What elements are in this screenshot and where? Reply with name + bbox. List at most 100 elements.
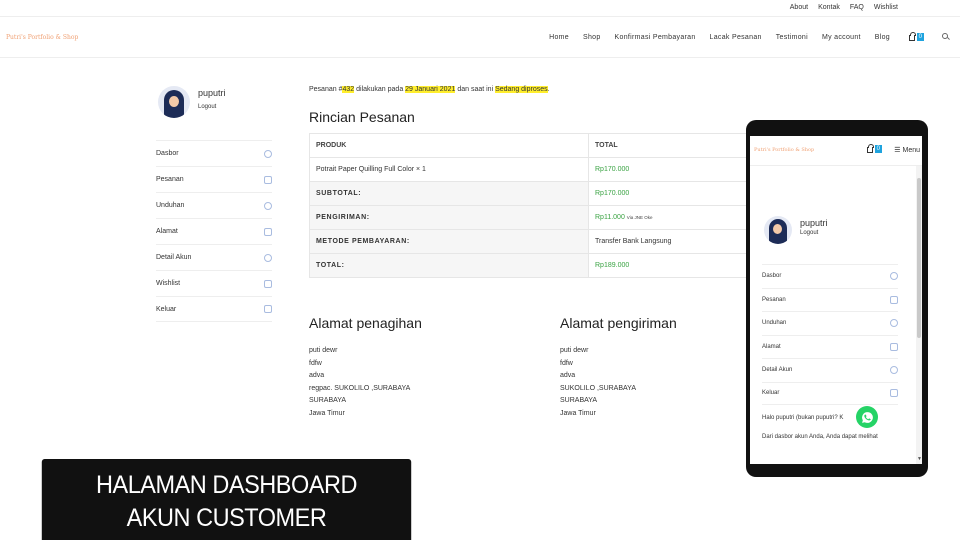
caption-line-2: AKUN CUSTOMER [126,504,327,532]
caption-line-1: HALAMAN DASHBOARD [95,471,357,499]
menu-blog[interactable]: Blog [875,34,890,41]
shipping-title: Alamat pengiriman [560,315,677,331]
shipping-via: Via JNE Oke [626,215,653,220]
product-name[interactable]: Potrait Paper Quilling Full Color × 1 [309,157,589,182]
billing-address: Alamat penagihan puti dewr fdfw adva regpac… [309,315,509,420]
phone-profile: puputri Logout [764,216,828,244]
phone-sidebar-item-detail-akun[interactable]: Detail Akun [762,358,898,382]
table-row: SUBTOTAL: Rp170.000 [309,181,769,206]
dashboard-icon [890,272,898,281]
sidebar-item-dasbor[interactable]: Dasbor [156,140,272,166]
main-menu: Home Shop Konfirmasi Pembayaran Lacak Pe… [549,34,890,41]
search-icon[interactable] [942,33,948,39]
phone-header: Putri's Portfolio & Shop 0 ☰ Menu [750,136,922,166]
phone-sidebar-item-dasbor[interactable]: Dasbor [762,264,898,288]
payment-value: Transfer Bank Langsung [588,229,769,254]
phone-cart-button[interactable]: 0 [866,144,882,153]
table-row: TOTAL: Rp189.000 [309,253,769,278]
phone-sidebar: Dasbor Pesanan Unduhan Alamat Detail Aku… [762,264,898,405]
account-sidebar: Dasbor Pesanan Unduhan Alamat Detail Aku… [156,140,272,322]
billing-title: Alamat penagihan [309,315,422,331]
phone-cart-count: 0 [874,145,882,153]
shipping-label: PENGIRIMAN: [309,205,589,230]
document-icon [264,279,272,288]
cart-icon [264,175,272,184]
logout-link[interactable]: Logout [198,104,226,110]
phone-logo[interactable]: Putri's Portfolio & Shop [754,147,814,153]
phone-sidebar-item-pesanan[interactable]: Pesanan [762,287,898,312]
order-notice: Pesanan #432 dilakukan pada 29 Januari 2… [309,86,550,93]
cart-icon [890,295,898,304]
table-row: PENGIRIMAN: Rp11.000 Via JNE Oke [309,205,769,230]
sidebar-item-label: Dasbor [156,150,179,157]
menu-shop[interactable]: Shop [583,34,601,41]
menu-home[interactable]: Home [549,34,569,41]
cart-count: 0 [916,33,924,41]
phone-username: puputri [800,218,828,228]
sidebar-item-detail-akun[interactable]: Detail Akun [156,244,272,270]
order-table: PRODUK TOTAL Potrait Paper Quilling Full … [309,133,769,278]
phone-mockup: Putri's Portfolio & Shop 0 ☰ Menu puputr… [746,120,928,477]
total-label: TOTAL: [309,253,589,278]
menu-lacak[interactable]: Lacak Pesanan [710,34,762,41]
menu-testimoni[interactable]: Testimoni [776,34,808,41]
shipping-lines: puti dewr fdfw adva SUKOLILO ,SURABAYA SURAB… [560,347,636,417]
username: puputri [198,88,226,98]
table-row: Potrait Paper Quilling Full Color × 1 Rp1… [309,157,769,182]
bag-icon [908,32,916,41]
account-profile: puputri Logout [158,86,226,118]
table-row: METODE PEMBAYARAN: Transfer Bank Langsung [309,229,769,254]
billing-lines: puti dewr fdfw adva regpac. SUKOLILO ,SURAB… [309,347,411,417]
shipping-address: Alamat pengiriman puti dewr fdfw adva SUKOL… [560,315,760,420]
sidebar-item-label: Wishlist [156,280,181,287]
cloud-download-icon [264,201,272,210]
sidebar-item-wishlist[interactable]: Wishlist [156,270,272,296]
whatsapp-button[interactable] [856,406,878,428]
phone-menu-button[interactable]: ☰ Menu [894,146,920,154]
avatar [158,86,190,118]
cart-button[interactable]: 0 [908,32,924,41]
user-icon [890,366,898,375]
subtotal-value: Rp170.000 [588,181,769,206]
sidebar-item-pesanan[interactable]: Pesanan [156,166,272,192]
sidebar-item-label: Alamat [156,228,178,235]
top-bar: About Kontak FAQ Wishlist [0,0,960,17]
order-number: 432 [342,86,355,93]
logout-icon [264,305,272,313]
top-links: About Kontak FAQ Wishlist [790,4,898,11]
sidebar-item-alamat[interactable]: Alamat [156,218,272,244]
top-link-wishlist[interactable]: Wishlist [874,4,898,11]
logout-icon [890,389,898,398]
product-total: Rp170.000 [588,157,769,182]
site-logo[interactable]: Putri's Portfolio & Shop [6,34,78,41]
top-link-faq[interactable]: FAQ [850,4,864,11]
phone-sidebar-item-unduhan[interactable]: Unduhan [762,311,898,335]
menu-my-account[interactable]: My account [822,34,861,41]
main-header: Putri's Portfolio & Shop Home Shop Konfi… [0,18,960,58]
table-header: PRODUK TOTAL [309,133,769,158]
shipping-value: Rp11.000 [595,214,625,221]
home-icon [264,227,272,236]
sidebar-item-keluar[interactable]: Keluar [156,296,272,322]
dashboard-icon [264,149,272,158]
sidebar-item-label: Keluar [156,305,177,313]
scroll-down-icon[interactable]: ▼ [917,456,922,462]
phone-description: Dari dasbor akun Anda, Anda dapat meliha… [762,434,878,440]
whatsapp-icon [861,411,873,423]
col-total: TOTAL [588,133,769,158]
phone-scrollbar[interactable]: ▼ [916,166,922,464]
cloud-download-icon [890,319,898,328]
sidebar-item-label: Detail Akun [156,254,192,261]
phone-sidebar-item-keluar[interactable]: Keluar [762,381,898,405]
order-date: 29 Januari 2021 [405,86,456,93]
sidebar-item-unduhan[interactable]: Unduhan [156,192,272,218]
phone-logout-link[interactable]: Logout [800,230,828,236]
menu-konfirmasi[interactable]: Konfirmasi Pembayaran [615,34,696,41]
col-product: PRODUK [309,133,589,158]
order-title: Rincian Pesanan [309,109,415,125]
top-link-kontak[interactable]: Kontak [818,4,840,11]
caption-banner: HALAMAN DASHBOARD AKUN CUSTOMER [41,459,412,540]
order-details: Pesanan #432 dilakukan pada 29 Januari 2… [309,86,779,417]
top-link-about[interactable]: About [790,4,808,11]
phone-sidebar-item-alamat[interactable]: Alamat [762,334,898,359]
